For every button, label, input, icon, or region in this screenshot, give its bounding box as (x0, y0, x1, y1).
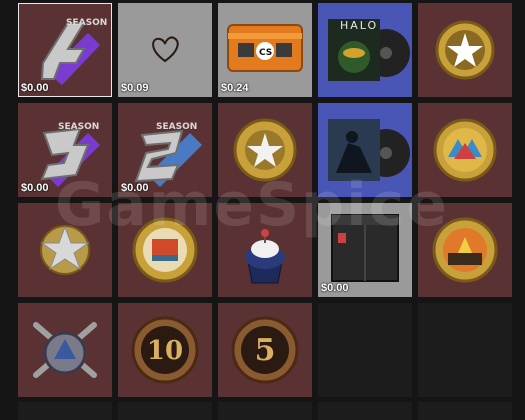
item-gold-star-coin[interactable] (218, 103, 312, 197)
item-season-4-coin[interactable]: SEASON $0.00 (18, 3, 112, 97)
item-season-3-coin[interactable]: SEASON $0.00 (18, 103, 112, 197)
svg-text:HALO: HALO (340, 19, 378, 32)
item-pin-coin-3[interactable] (418, 203, 512, 297)
svg-text:SEASON: SEASON (156, 122, 197, 132)
item-season-2-coin[interactable]: SEASON $0.00 (118, 103, 212, 197)
five-year-coin-icon: 5 (231, 316, 299, 384)
item-price: $0.00 (121, 182, 149, 194)
item-operation-coin[interactable] (18, 303, 112, 397)
empty-slot[interactable] (18, 402, 112, 420)
item-silver-star-medal[interactable] (18, 203, 112, 297)
item-price: $0.00 (21, 182, 49, 194)
coin-icon (233, 118, 297, 182)
empty-slot[interactable] (318, 303, 412, 397)
coin-icon (432, 217, 498, 283)
ten-year-coin-icon: 10 (131, 316, 199, 384)
svg-text:CS: CS (259, 48, 272, 58)
item-pin-coin-1[interactable] (418, 103, 512, 197)
item-5-year-coin[interactable]: 5 (218, 303, 312, 397)
coin-icon (433, 118, 497, 182)
empty-slot[interactable] (418, 303, 512, 397)
item-price: $0.00 (321, 282, 349, 294)
svg-text:5: 5 (255, 333, 276, 368)
music-kit-icon: HALO (328, 19, 410, 81)
item-capsule-box[interactable]: $0.00 (318, 203, 412, 297)
empty-slot[interactable] (218, 402, 312, 420)
item-price: $0.09 (121, 82, 149, 94)
item-counter-strike-music-kit[interactable] (318, 103, 412, 197)
coin-icon (132, 217, 198, 283)
svg-text:SEASON: SEASON (58, 122, 99, 132)
item-gold-star-medal[interactable] (418, 3, 512, 97)
item-price: $0.24 (221, 82, 249, 94)
medal-icon (40, 225, 90, 275)
music-kit-icon (328, 119, 410, 181)
empty-slot[interactable] (318, 402, 412, 420)
item-halo-music-kit[interactable]: HALO (318, 3, 412, 97)
item-heart-graffiti[interactable]: $0.09 (118, 3, 212, 97)
item-pin-coin-2[interactable] (118, 203, 212, 297)
svg-text:10: 10 (147, 336, 183, 366)
item-case[interactable]: CS $0.24 (218, 3, 312, 97)
empty-slot[interactable] (418, 402, 512, 420)
svg-text:SEASON: SEASON (66, 18, 107, 28)
medal-icon (435, 20, 495, 80)
empty-slot[interactable] (118, 402, 212, 420)
item-10-year-coin[interactable]: 10 (118, 303, 212, 397)
inventory-grid: SEASON $0.00 $0.09 CS $0.24 HALO SEASON … (0, 0, 525, 420)
crossed-knives-coin-icon (33, 322, 97, 378)
item-cupcake-pin[interactable] (218, 203, 312, 297)
cupcake-icon (245, 229, 285, 284)
item-price: $0.00 (21, 82, 49, 94)
